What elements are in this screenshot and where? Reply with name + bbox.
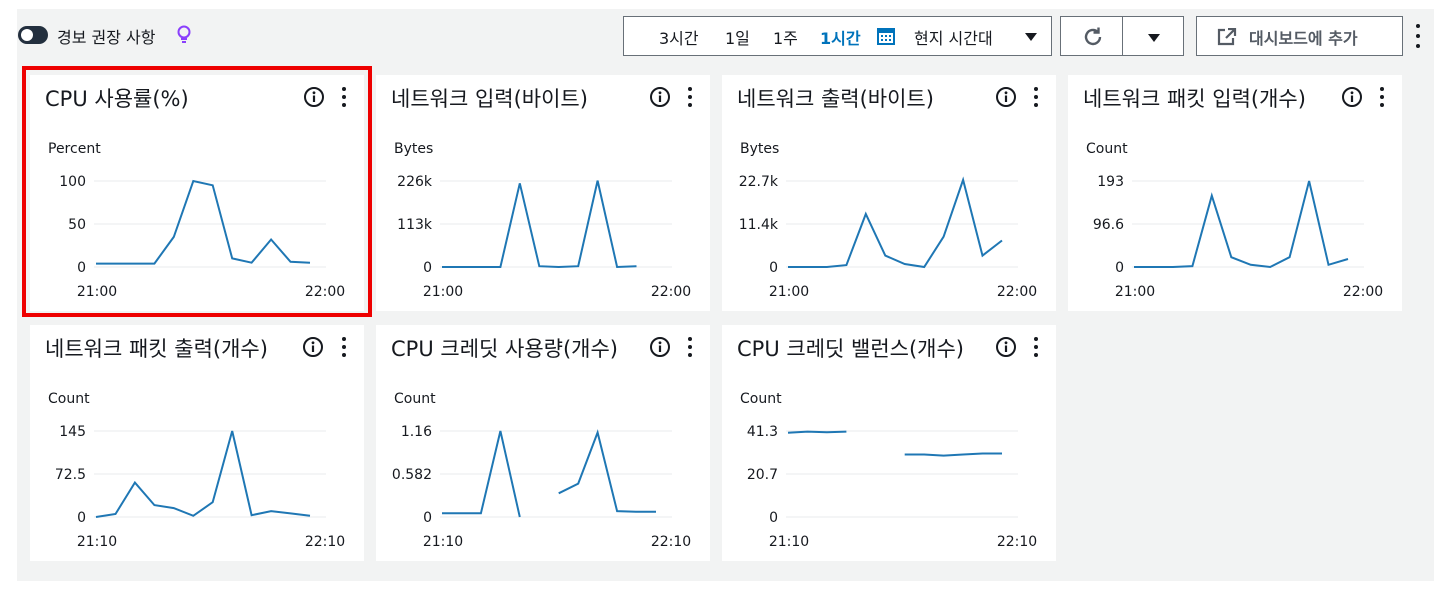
x-tick-label: 22:10 bbox=[651, 534, 691, 550]
x-tick-label: 21:00 bbox=[769, 284, 809, 300]
y-tick-label: 96.6 bbox=[1093, 217, 1124, 233]
x-tick-label: 22:00 bbox=[1343, 284, 1383, 300]
x-tick-label: 21:10 bbox=[77, 534, 117, 550]
calendar-icon[interactable] bbox=[877, 27, 895, 45]
y-tick-label: 0 bbox=[423, 260, 432, 276]
caret-down-icon bbox=[1148, 34, 1160, 42]
time-option-3h[interactable]: 3시간 bbox=[659, 25, 699, 49]
y-tick-label: 113k bbox=[397, 217, 433, 233]
caret-down-icon bbox=[1025, 33, 1037, 41]
time-option-1d[interactable]: 1일 bbox=[725, 25, 750, 49]
x-tick-label: 21:00 bbox=[423, 284, 463, 300]
x-tick-label: 21:10 bbox=[769, 534, 809, 550]
line-chart: Bytes 226k 113k 0 21:00 22:00 bbox=[394, 141, 691, 300]
metric-widget[interactable]: 네트워크 입력(바이트) Bytes 226k 113k 0 21:00 22:00 bbox=[376, 75, 710, 311]
metric-widget[interactable]: CPU 사용률(%) Percent 100 50 0 21:00 22:00 bbox=[30, 75, 364, 311]
y-tick-label: 0 bbox=[1115, 260, 1124, 276]
alarm-recommendations-toggle[interactable] bbox=[18, 26, 48, 44]
y-tick-label: 0 bbox=[769, 260, 778, 276]
lightbulb-icon bbox=[177, 25, 191, 43]
alarm-recommendations-label: 경보 권장 사항 bbox=[57, 28, 156, 47]
time-option-1h[interactable]: 1시간 bbox=[820, 25, 861, 49]
line-chart: Count 145 72.5 0 21:10 22:10 bbox=[48, 391, 345, 550]
x-tick-label: 22:00 bbox=[651, 284, 691, 300]
line-chart: Bytes 22.7k 11.4k 0 21:00 22:00 bbox=[739, 141, 1037, 300]
y-axis-unit: Bytes bbox=[394, 141, 433, 157]
time-range-selector: 3시간 1일 1주 1시간 bbox=[623, 16, 903, 56]
y-axis-unit: Count bbox=[740, 391, 782, 407]
x-tick-label: 21:10 bbox=[423, 534, 463, 550]
y-tick-label: 0 bbox=[423, 510, 432, 526]
line-chart: Count 41.3 20.7 0 21:10 22:10 bbox=[740, 391, 1037, 550]
x-tick-label: 22:00 bbox=[305, 284, 345, 300]
y-axis-unit: Count bbox=[48, 391, 90, 407]
add-to-dashboard-label: 대시보드에 추가 bbox=[1249, 29, 1358, 48]
x-tick-label: 22:10 bbox=[997, 534, 1037, 550]
y-tick-label: 0 bbox=[769, 510, 778, 526]
y-tick-label: 50 bbox=[68, 217, 86, 233]
more-actions-icon[interactable] bbox=[1411, 24, 1425, 48]
y-tick-label: 72.5 bbox=[55, 467, 86, 483]
y-tick-label: 193 bbox=[1097, 174, 1124, 190]
metric-widget[interactable]: CPU 크레딧 밸런스(개수) Count 41.3 20.7 0 21:10 22:10 bbox=[722, 325, 1056, 561]
metric-widget[interactable]: 네트워크 패킷 출력(개수) Count 145 72.5 0 21:10 22:10 bbox=[30, 325, 364, 561]
y-axis-unit: Count bbox=[394, 391, 436, 407]
x-tick-label: 22:00 bbox=[997, 284, 1037, 300]
line-chart: Count 193 96.6 0 21:00 22:00 bbox=[1086, 141, 1383, 300]
y-tick-label: 22.7k bbox=[739, 174, 779, 190]
line-chart: Count 1.16 0.582 0 21:10 22:10 bbox=[392, 391, 691, 550]
series-line bbox=[558, 429, 656, 513]
refresh-icon bbox=[1084, 27, 1102, 46]
y-tick-label: 20.7 bbox=[747, 467, 778, 483]
y-tick-label: 0 bbox=[77, 260, 86, 276]
y-tick-label: 1.16 bbox=[401, 424, 432, 440]
time-option-1w[interactable]: 1주 bbox=[773, 25, 798, 49]
refresh-button[interactable] bbox=[1060, 16, 1123, 56]
x-tick-label: 21:00 bbox=[77, 284, 117, 300]
y-tick-label: 11.4k bbox=[739, 217, 779, 233]
y-tick-label: 0.582 bbox=[392, 467, 432, 483]
y-tick-label: 145 bbox=[59, 424, 86, 440]
series-line bbox=[788, 176, 1003, 269]
series-line bbox=[787, 430, 847, 434]
series-line bbox=[96, 179, 311, 265]
y-tick-label: 0 bbox=[77, 510, 86, 526]
metric-widget[interactable]: CPU 크레딧 사용량(개수) Count 1.16 0.582 0 21:10 22:10 bbox=[376, 325, 710, 561]
timezone-select[interactable]: 현지 시간대 bbox=[902, 16, 1052, 56]
y-tick-label: 226k bbox=[397, 174, 433, 190]
y-axis-unit: Bytes bbox=[740, 141, 779, 157]
refresh-options-dropdown[interactable] bbox=[1122, 16, 1184, 56]
toggle-knob bbox=[21, 29, 33, 41]
timezone-value: 현지 시간대 bbox=[914, 29, 993, 48]
y-axis-unit: Count bbox=[1086, 141, 1128, 157]
y-tick-label: 100 bbox=[59, 174, 86, 190]
metric-widget[interactable]: 네트워크 출력(바이트) Bytes 22.7k 11.4k 0 21:00 22:00 bbox=[722, 75, 1056, 311]
add-to-dashboard-button[interactable]: 대시보드에 추가 bbox=[1196, 16, 1403, 56]
x-tick-label: 21:00 bbox=[1115, 284, 1155, 300]
metric-widget[interactable]: 네트워크 패킷 입력(개수) Count 193 96.6 0 21:00 22:00 bbox=[1068, 75, 1402, 311]
series-line bbox=[904, 452, 1002, 457]
y-tick-label: 41.3 bbox=[747, 424, 778, 440]
y-axis-unit: Percent bbox=[48, 141, 101, 157]
x-tick-label: 22:10 bbox=[305, 534, 345, 550]
line-chart: Percent 100 50 0 21:00 22:00 bbox=[48, 141, 345, 300]
external-link-icon bbox=[1217, 28, 1237, 46]
